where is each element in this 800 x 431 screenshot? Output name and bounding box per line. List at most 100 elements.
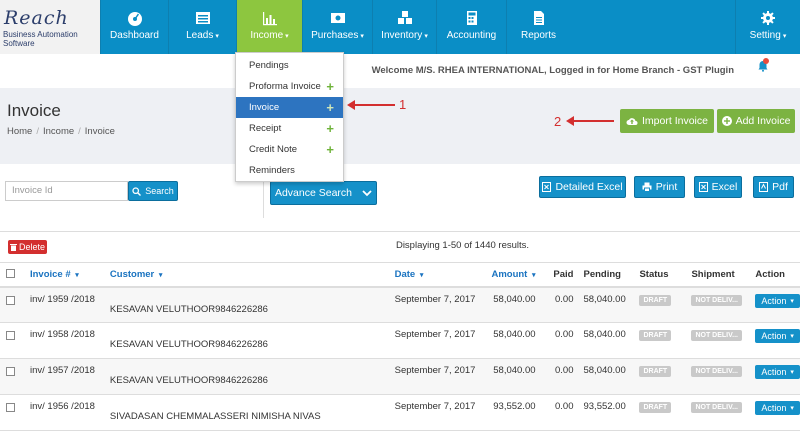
column-header-date[interactable]: Date ▾ — [388, 262, 484, 288]
invoice-table: Invoice # ▾ Customer ▾ Date ▾ Amount ▾ P… — [0, 262, 800, 431]
nav-dashboard[interactable]: Dashboard — [100, 0, 168, 54]
breadcrumb-income[interactable]: Income — [43, 126, 74, 137]
column-header-shipment: Shipment — [685, 262, 750, 288]
customer-name: SIVADASAN CHEMMALASSERI NIMISHA NIVAS — [109, 411, 321, 422]
invoice-number[interactable]: inv/ 1959 /2018 — [23, 286, 104, 323]
import-invoice-button[interactable]: Import Invoice — [620, 109, 714, 133]
column-header-paid: Paid — [539, 262, 578, 288]
nav-inventory[interactable]: Inventory ▾ — [372, 0, 436, 54]
nav-reports-label: Reports — [520, 30, 556, 41]
advance-search-button[interactable]: Advance Search — [270, 181, 377, 205]
row-checkbox[interactable] — [6, 295, 15, 305]
chevron-down-icon: ▾ — [790, 297, 794, 305]
plus-icon[interactable]: + — [326, 118, 334, 139]
invoice-pending: 93,552.00 — [577, 394, 634, 431]
add-invoice-label: Add Invoice — [735, 115, 791, 127]
column-header-action: Action — [749, 262, 800, 288]
plus-icon[interactable]: + — [326, 97, 334, 118]
nav-leads[interactable]: Leads ▾ — [168, 0, 236, 54]
invoice-date: September 7, 2017 — [388, 358, 484, 395]
row-checkbox[interactable] — [6, 403, 15, 412]
customer-name: KESAVAN VELUTHOOR9846226286 — [109, 375, 268, 386]
nav-setting-label: Setting — [749, 30, 781, 41]
invoice-paid: 0.00 — [539, 394, 578, 431]
invoice-id-input[interactable]: Invoice Id — [5, 181, 128, 201]
logo[interactable]: Reach Business Automation Software — [0, 0, 100, 54]
detailed-excel-button[interactable]: Detailed Excel — [539, 176, 626, 198]
page-title: Invoice — [7, 101, 61, 120]
chevron-down-icon: ▾ — [790, 333, 794, 340]
nav-reports[interactable]: Reports — [506, 0, 570, 54]
invoice-number[interactable]: inv/ 1957 /2018 — [23, 358, 104, 395]
row-checkbox[interactable] — [6, 331, 15, 340]
print-label: Print — [655, 181, 678, 193]
nav-accounting[interactable]: Accounting — [436, 0, 506, 54]
menu-item-receipt[interactable]: Receipt + — [236, 118, 343, 139]
nav-setting[interactable]: Setting ▾ — [735, 0, 800, 54]
file-icon — [507, 10, 570, 26]
nav-purchases-label: Purchases — [311, 30, 359, 41]
customer-name: KESAVAN VELUTHOOR9846226286 — [109, 303, 268, 315]
action-button[interactable]: Action ▾ — [755, 293, 800, 308]
column-header-pending: Pending — [577, 262, 634, 288]
excel-file-icon — [698, 182, 708, 192]
calculator-icon — [437, 10, 506, 26]
search-button[interactable]: Search — [128, 181, 178, 201]
menu-item-pendings[interactable]: Pendings — [236, 55, 343, 76]
print-button[interactable]: Print — [634, 176, 685, 198]
nav-purchases[interactable]: Purchases ▾ — [302, 0, 372, 54]
nav-income-label: Income — [250, 30, 284, 41]
invoice-amount: 58,040.00 — [483, 358, 540, 395]
menu-item-reminders[interactable]: Reminders — [236, 160, 343, 181]
menu-item-proforma-invoice[interactable]: Proforma Invoice + — [236, 76, 343, 97]
nav-leads-label: Leads — [186, 30, 214, 41]
import-invoice-label: Import Invoice — [642, 115, 708, 127]
plus-icon[interactable]: + — [326, 76, 334, 97]
chevron-down-icon: ▾ — [360, 33, 364, 40]
row-checkbox[interactable] — [6, 367, 15, 376]
chevron-down-icon: ▾ — [215, 33, 219, 40]
breadcrumb-home[interactable]: Home — [7, 126, 32, 137]
plus-icon[interactable]: + — [326, 139, 334, 160]
select-all-checkbox[interactable] — [6, 269, 15, 279]
add-invoice-button[interactable]: Add Invoice — [717, 109, 795, 133]
invoice-paid: 0.00 — [539, 322, 578, 359]
detailed-excel-label: Detailed Excel — [555, 181, 623, 193]
notification-dot — [763, 58, 769, 64]
print-icon — [642, 182, 652, 192]
invoice-number[interactable]: inv/ 1958 /2018 — [23, 322, 104, 359]
invoice-pending: 58,040.00 — [577, 358, 634, 395]
column-header-invoice[interactable]: Invoice # ▾ — [23, 262, 104, 288]
money-icon — [303, 10, 372, 26]
chevron-down-icon: ▾ — [790, 369, 794, 376]
menu-item-invoice[interactable]: Invoice + — [236, 97, 343, 118]
column-header-customer[interactable]: Customer ▾ — [103, 262, 389, 288]
logo-tagline: Business Automation Software — [3, 30, 78, 48]
excel-button[interactable]: Excel — [694, 176, 742, 198]
status-badge: DRAFT — [639, 366, 672, 377]
action-button[interactable]: Action ▾ — [755, 365, 800, 379]
invoice-number[interactable]: inv/ 1956 /2018 — [23, 394, 104, 431]
nav-income[interactable]: Income ▾ — [236, 0, 302, 54]
cloud-upload-icon — [626, 118, 638, 125]
welcome-message: Welcome M/S. RHEA INTERNATIONAL, Logged … — [371, 65, 734, 76]
select-all-checkbox-cell — [0, 262, 24, 288]
pdf-button[interactable]: Pdf — [753, 176, 794, 198]
invoice-amount: 93,552.00 — [483, 394, 540, 431]
logo-text: Reach — [4, 7, 69, 29]
annotation-label-2: 2 — [554, 114, 562, 129]
excel-label: Excel — [711, 181, 738, 193]
breadcrumb-invoice: Invoice — [84, 126, 115, 137]
invoice-paid: 0.00 — [539, 286, 578, 323]
menu-item-credit-note[interactable]: Credit Note + — [236, 139, 343, 160]
bar-chart-icon — [237, 10, 302, 26]
action-button[interactable]: Action ▾ — [755, 401, 800, 415]
nav-accounting-label: Accounting — [446, 30, 497, 41]
advance-search-label: Advance Search — [274, 187, 353, 199]
income-dropdown-menu: Pendings Proforma Invoice + Invoice + Rece… — [235, 52, 344, 182]
cubes-icon — [373, 10, 436, 26]
dashboard-icon — [101, 10, 168, 26]
column-header-amount[interactable]: Amount ▾ — [483, 262, 540, 288]
list-icon — [169, 10, 236, 26]
action-button[interactable]: Action ▾ — [755, 329, 800, 343]
